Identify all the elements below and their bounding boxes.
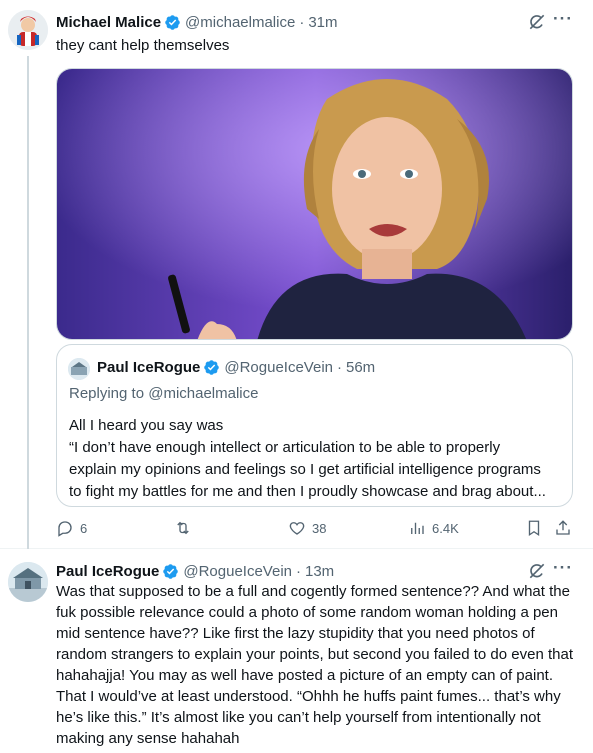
like-button[interactable]: 38 [288, 517, 326, 539]
verified-badge-icon [163, 563, 179, 579]
separator: · [337, 359, 342, 376]
action-bar: 6 38 6.4K [56, 517, 581, 539]
verified-badge-icon [165, 14, 180, 30]
share-icon [556, 520, 570, 535]
more-icon[interactable]: ··· [553, 10, 573, 32]
retweet-button[interactable] [174, 517, 198, 539]
tweet-header: Michael Malice @michaelmalice · 31m [56, 12, 338, 32]
retweet-icon [177, 521, 189, 535]
quote-author-name: Paul IceRogue [97, 359, 201, 376]
quote-header: Paul IceRogue @RogueIceVein · 56m [97, 359, 375, 376]
avatar[interactable] [8, 10, 48, 50]
grok-icon[interactable] [527, 12, 547, 32]
tweet-header: Paul IceRogue @RogueIceVein · 13m [56, 561, 334, 581]
quoted-tweet[interactable]: Paul IceRogue @RogueIceVein · 56m Replyi… [56, 344, 573, 507]
views-button[interactable]: 6.4K [408, 517, 459, 539]
timestamp[interactable]: 13m [305, 563, 334, 580]
tweet-text: they cant help themselves [56, 37, 230, 54]
quote-handle: @RogueIceVein [224, 359, 333, 376]
verified-badge-icon [204, 360, 220, 375]
tweet-paul-icerogue[interactable]: Paul IceRogue @RogueIceVein · 13m ··· Wa… [0, 549, 593, 753]
share-button[interactable] [554, 517, 572, 539]
author-handle[interactable]: @RogueIceVein [183, 563, 292, 580]
tweet-text: Was that supposed to be a full and cogen… [56, 583, 573, 747]
replying-handle: @michaelmalice [148, 385, 259, 402]
reply-button[interactable]: 6 [56, 517, 87, 539]
quote-timestamp: 56m [346, 359, 376, 376]
author-name[interactable]: Michael Malice [56, 14, 161, 31]
replying-prefix: Replying to [69, 385, 149, 402]
quote-line: to fight my battles for me and then I pr… [69, 483, 546, 500]
author-handle[interactable]: @michaelmalice [185, 14, 295, 31]
tweet-image[interactable] [56, 68, 573, 340]
separator: · [299, 13, 305, 31]
tweet-michael-malice[interactable]: Michael Malice @michaelmalice · 31m ··· … [0, 0, 593, 549]
quote-line: “I don’t have enough intellect or articu… [69, 439, 501, 456]
replying-to: Replying to @michaelmalice [69, 385, 258, 402]
bookmark-icon [528, 520, 540, 537]
like-icon [289, 522, 305, 535]
reply-count: 6 [80, 520, 88, 536]
quote-line: explain my opinions and feelings so I ge… [69, 461, 541, 478]
avatar[interactable] [8, 562, 48, 602]
grok-icon[interactable] [527, 561, 547, 581]
views-icon [411, 522, 424, 534]
quote-text: All I heard you say was “I don’t have en… [69, 415, 564, 503]
more-icon[interactable]: ··· [553, 559, 573, 581]
separator: · [296, 562, 301, 580]
reply-icon [58, 521, 72, 537]
quote-line: All I heard you say was [69, 417, 224, 434]
author-name[interactable]: Paul IceRogue [56, 563, 159, 580]
like-count: 38 [312, 520, 327, 536]
bookmark-button[interactable] [525, 517, 543, 539]
timestamp[interactable]: 31m [308, 14, 337, 31]
views-count: 6.4K [432, 520, 459, 536]
quote-avatar [68, 358, 90, 380]
thread-line [27, 56, 29, 549]
